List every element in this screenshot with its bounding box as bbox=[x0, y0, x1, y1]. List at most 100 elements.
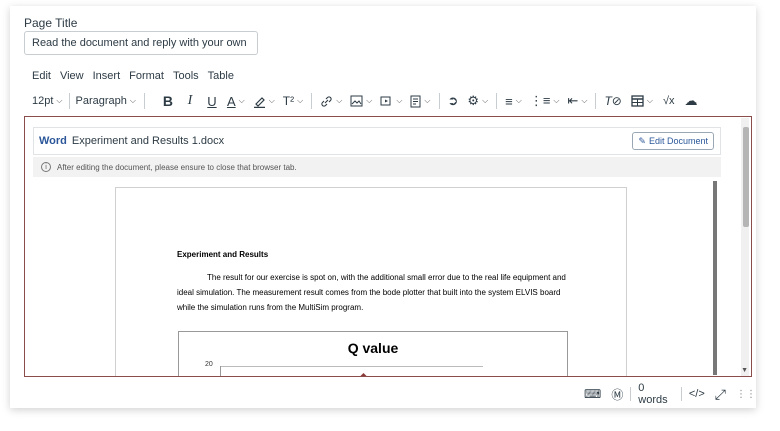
cloud-icon: ☁ bbox=[684, 93, 698, 108]
editor-frame: Page Title Edit View Insert Format Tools… bbox=[10, 6, 756, 408]
chart-tick-partial: 18 bbox=[205, 376, 213, 377]
edit-document-label: Edit Document bbox=[648, 136, 708, 146]
toolbar-divider bbox=[496, 93, 498, 109]
highlight-color-button[interactable]: ⌵ bbox=[253, 90, 275, 112]
block-format-value: Paragraph bbox=[75, 95, 127, 107]
bullet-list-button[interactable]: ⋮≡ ⌵ bbox=[530, 90, 560, 112]
image-icon bbox=[350, 95, 363, 107]
page-title-input[interactable] bbox=[24, 31, 258, 55]
bold-icon: B bbox=[162, 93, 174, 109]
bold-button[interactable]: B bbox=[157, 90, 179, 112]
underline-button[interactable]: U bbox=[201, 90, 223, 112]
menu-table[interactable]: Table bbox=[208, 70, 234, 82]
edit-icon: ✎ bbox=[638, 135, 646, 146]
toolbar-divider bbox=[68, 93, 70, 109]
chevron-down-icon: ⌵ bbox=[396, 96, 403, 105]
document-button[interactable]: ⌵ bbox=[410, 90, 431, 112]
word-logo: Word bbox=[39, 135, 67, 147]
chevron-down-icon: ⌵ bbox=[366, 96, 373, 105]
superscript-icon: T² bbox=[282, 94, 295, 108]
link-icon bbox=[321, 95, 332, 107]
word-embed-header: Word Experiment and Results 1.docx ✎ Edi… bbox=[33, 127, 721, 155]
embed-button[interactable]: ➲ bbox=[448, 90, 459, 112]
italic-button[interactable]: I bbox=[179, 90, 201, 112]
chart-y-axis bbox=[220, 366, 221, 376]
chevron-down-icon: ⌵ bbox=[56, 96, 63, 105]
status-divider bbox=[630, 387, 632, 401]
chart-gridline bbox=[221, 366, 483, 367]
resize-handle-icon[interactable]: ⋮⋮ bbox=[736, 389, 756, 400]
media-icon bbox=[380, 96, 391, 106]
chevron-down-icon: ⌵ bbox=[515, 96, 522, 105]
chevron-down-icon: ⌵ bbox=[646, 96, 653, 105]
indent-icon: ⇤ bbox=[567, 93, 579, 108]
plug-icon: ⚙ bbox=[467, 93, 480, 108]
toolbar-divider bbox=[595, 93, 597, 109]
menu-format[interactable]: Format bbox=[129, 70, 164, 82]
chevron-down-icon: ⌵ bbox=[129, 96, 136, 105]
chart-data-point bbox=[359, 372, 368, 376]
clear-format-icon: T⊘ bbox=[604, 94, 622, 108]
highlighter-icon bbox=[253, 96, 265, 108]
align-button[interactable]: ≡ ⌵ bbox=[505, 90, 522, 112]
word-count[interactable]: 0 words bbox=[638, 382, 674, 406]
bullet-list-icon: ⋮≡ bbox=[529, 93, 551, 108]
table-icon bbox=[631, 95, 644, 107]
image-button[interactable]: ⌵ bbox=[350, 90, 372, 112]
menu-edit[interactable]: Edit bbox=[32, 70, 51, 82]
indent-button[interactable]: ⇤ ⌵ bbox=[567, 90, 587, 112]
block-format-select[interactable]: Paragraph ⌵ bbox=[76, 90, 136, 112]
text-color-icon: A bbox=[226, 93, 236, 109]
info-icon: i bbox=[41, 162, 51, 172]
chevron-down-icon: ⌵ bbox=[297, 96, 304, 105]
toolbar-divider bbox=[311, 93, 313, 109]
menu-insert[interactable]: Insert bbox=[93, 70, 121, 82]
accessibility-icon[interactable]: Ⓜ bbox=[611, 386, 623, 403]
keyboard-icon[interactable]: ⌨ bbox=[584, 387, 601, 401]
text-color-button[interactable]: A ⌵ bbox=[227, 90, 245, 112]
document-heading: Experiment and Results bbox=[177, 250, 269, 259]
html-editor-toggle[interactable]: </> bbox=[689, 388, 705, 400]
menu-tools[interactable]: Tools bbox=[173, 70, 199, 82]
align-left-icon: ≡ bbox=[505, 93, 513, 109]
math-button[interactable]: √x bbox=[663, 90, 675, 112]
page-title-label: Page Title bbox=[24, 16, 78, 30]
apps-button[interactable]: ⚙ ⌵ bbox=[467, 90, 488, 112]
menubar: Edit View Insert Format Tools Table bbox=[32, 70, 243, 82]
status-divider bbox=[680, 387, 682, 401]
document-paragraph: The result for our exercise is spot on, … bbox=[177, 273, 566, 312]
media-button[interactable]: ⌵ bbox=[380, 90, 402, 112]
document-icon bbox=[410, 95, 421, 107]
table-button[interactable]: ⌵ bbox=[631, 90, 653, 112]
editor-scrollbar-thumb[interactable] bbox=[743, 127, 749, 227]
italic-icon: I bbox=[187, 93, 193, 108]
chevron-down-icon: ⌵ bbox=[238, 96, 245, 105]
toolbar-divider bbox=[438, 93, 440, 109]
font-size-select[interactable]: 12pt ⌵ bbox=[32, 90, 63, 112]
font-size-value: 12pt bbox=[32, 95, 54, 107]
chart-tick-top: 20 bbox=[205, 361, 213, 368]
chevron-down-icon: ⌵ bbox=[336, 96, 343, 105]
underline-icon: U bbox=[207, 93, 217, 109]
q-value-chart: Q value 20 18 bbox=[178, 331, 568, 377]
edit-notice: i After editing the document, please ens… bbox=[33, 157, 721, 177]
superscript-button[interactable]: T² ⌵ bbox=[283, 90, 303, 112]
square-root-icon: √x bbox=[662, 95, 675, 107]
scroll-down-icon[interactable]: ▼ bbox=[741, 367, 748, 374]
edit-document-button[interactable]: ✎ Edit Document bbox=[632, 132, 714, 150]
fullscreen-icon[interactable]: ⤢ bbox=[715, 386, 726, 403]
document-viewer[interactable]: Experiment and Results The result for ou… bbox=[33, 179, 721, 377]
chevron-down-icon: ⌵ bbox=[268, 96, 275, 105]
clear-format-button[interactable]: T⊘ bbox=[604, 90, 621, 112]
cloud-button[interactable]: ☁ bbox=[684, 90, 697, 112]
chevron-down-icon: ⌵ bbox=[581, 96, 588, 105]
toolbar-divider bbox=[143, 93, 145, 109]
editor-content-area[interactable]: Word Experiment and Results 1.docx ✎ Edi… bbox=[24, 116, 752, 377]
menu-view[interactable]: View bbox=[60, 70, 84, 82]
link-button[interactable]: ⌵ bbox=[320, 90, 342, 112]
edit-notice-text: After editing the document, please ensur… bbox=[57, 162, 297, 172]
chevron-down-icon: ⌵ bbox=[424, 96, 431, 105]
document-scrollbar[interactable] bbox=[713, 181, 717, 375]
document-page: Experiment and Results The result for ou… bbox=[115, 187, 627, 377]
toolbar: 12pt ⌵ Paragraph ⌵ B I U A ⌵ ⌵ T² ⌵ ⌵ ⌵ … bbox=[32, 90, 697, 112]
